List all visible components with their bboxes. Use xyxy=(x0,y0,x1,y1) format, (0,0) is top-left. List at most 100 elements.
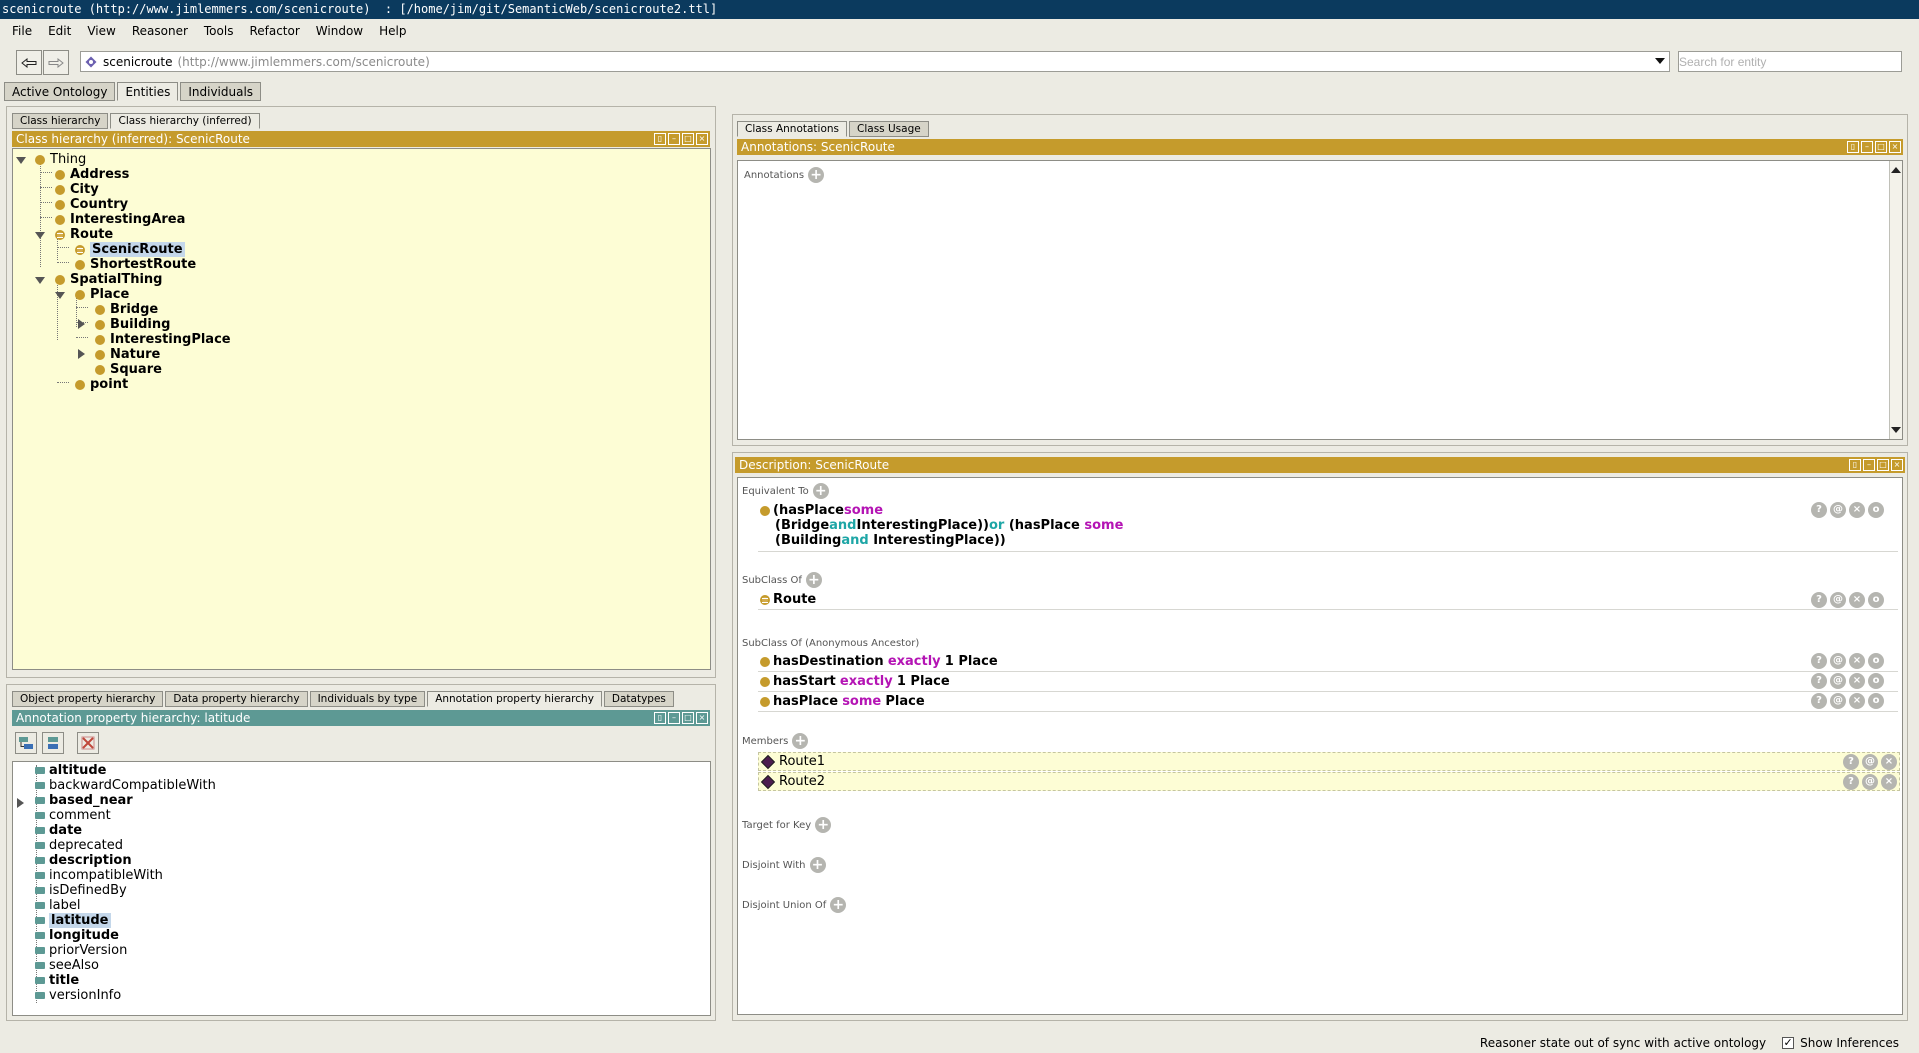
back-button[interactable] xyxy=(16,50,42,75)
add-disjoint-button[interactable]: + xyxy=(809,857,826,873)
maximize-icon[interactable]: □ xyxy=(1875,141,1887,153)
list-item[interactable]: title xyxy=(35,973,79,988)
minimize-icon[interactable]: – xyxy=(668,133,680,145)
vertical-scrollbar[interactable] xyxy=(1889,161,1902,439)
edit-icon[interactable]: o xyxy=(1868,693,1884,709)
tree-node[interactable]: point xyxy=(75,377,128,392)
add-superclass-button[interactable]: + xyxy=(805,572,822,588)
tab-class-hierarchy[interactable]: Class hierarchy xyxy=(12,113,109,129)
scroll-up-icon[interactable] xyxy=(1891,167,1901,173)
explain-icon[interactable]: ? xyxy=(1811,693,1827,709)
subclass-row[interactable]: Route xyxy=(760,590,816,609)
expand-toggle[interactable] xyxy=(78,319,85,329)
list-item[interactable]: backwardCompatibleWith xyxy=(35,778,216,793)
delete-icon[interactable]: × xyxy=(1849,653,1865,669)
menu-help[interactable]: Help xyxy=(371,24,414,38)
list-item[interactable]: incompatibleWith xyxy=(35,868,163,883)
expand-toggle[interactable] xyxy=(35,277,45,284)
list-item[interactable]: seeAlso xyxy=(35,958,99,973)
close-icon[interactable]: × xyxy=(696,133,708,145)
delete-icon[interactable]: × xyxy=(1881,754,1897,770)
tree-node[interactable]: Country xyxy=(55,197,128,212)
annotate-icon[interactable]: @ xyxy=(1830,592,1846,608)
tree-node[interactable]: Address xyxy=(55,167,129,182)
tree-node[interactable]: Square xyxy=(95,362,162,377)
delete-icon[interactable]: × xyxy=(1849,592,1865,608)
tree-node[interactable]: Place xyxy=(75,287,129,302)
tree-node[interactable]: Bridge xyxy=(95,302,158,317)
expand-toggle[interactable] xyxy=(16,157,26,164)
tab-class-hierarchy-inferred[interactable]: Class hierarchy (inferred) xyxy=(110,113,260,129)
annotate-icon[interactable]: @ xyxy=(1830,673,1846,689)
explain-icon[interactable]: ? xyxy=(1811,673,1827,689)
close-icon[interactable]: × xyxy=(696,712,708,724)
menu-reasoner[interactable]: Reasoner xyxy=(124,24,196,38)
delete-icon[interactable]: × xyxy=(1849,502,1865,518)
split-icon[interactable]: ▯ xyxy=(1847,141,1859,153)
ancestor-row[interactable]: hasDestination exactly 1 Place xyxy=(760,652,998,671)
chevron-down-icon[interactable] xyxy=(1655,58,1665,64)
tab-individuals-by-type[interactable]: Individuals by type xyxy=(309,691,426,707)
minimize-icon[interactable]: – xyxy=(1863,459,1875,471)
add-subproperty-button[interactable] xyxy=(15,732,37,754)
add-equivalent-button[interactable]: + xyxy=(812,483,829,499)
menu-edit[interactable]: Edit xyxy=(40,24,79,38)
expand-toggle[interactable] xyxy=(35,232,45,239)
list-item[interactable]: based_near xyxy=(35,793,133,808)
list-item-selected[interactable]: latitude xyxy=(35,913,111,928)
list-item[interactable]: longitude xyxy=(35,928,119,943)
menu-file[interactable]: File xyxy=(4,24,40,38)
expand-toggle[interactable] xyxy=(78,349,85,359)
list-item[interactable]: versionInfo xyxy=(35,988,121,1003)
menu-view[interactable]: View xyxy=(79,24,123,38)
add-sibling-property-button[interactable] xyxy=(42,732,64,754)
explain-icon[interactable]: ? xyxy=(1843,754,1859,770)
ancestor-row[interactable]: hasPlace some Place xyxy=(760,692,925,711)
delete-property-button[interactable] xyxy=(77,732,99,754)
maximize-icon[interactable]: □ xyxy=(682,712,694,724)
edit-icon[interactable]: o xyxy=(1868,592,1884,608)
list-item[interactable]: description xyxy=(35,853,132,868)
member-row[interactable]: Route1 ? @ × xyxy=(758,752,1900,771)
list-item[interactable]: comment xyxy=(35,808,111,823)
annotate-icon[interactable]: @ xyxy=(1830,693,1846,709)
minimize-icon[interactable]: – xyxy=(1861,141,1873,153)
member-row[interactable]: Route2 ? @ × xyxy=(758,772,1900,791)
add-disjoint-union-button[interactable]: + xyxy=(830,897,847,913)
tab-object-property-hierarchy[interactable]: Object property hierarchy xyxy=(12,691,164,707)
list-item[interactable]: deprecated xyxy=(35,838,123,853)
tab-data-property-hierarchy[interactable]: Data property hierarchy xyxy=(165,691,308,707)
scroll-down-icon[interactable] xyxy=(1891,427,1901,433)
tab-entities[interactable]: Entities xyxy=(117,82,179,101)
explain-icon[interactable]: ? xyxy=(1811,653,1827,669)
tree-node[interactable]: ShortestRoute xyxy=(75,257,196,272)
delete-icon[interactable]: × xyxy=(1849,673,1865,689)
tree-node[interactable]: Building xyxy=(95,317,170,332)
list-item[interactable]: isDefinedBy xyxy=(35,883,127,898)
explain-icon[interactable]: ? xyxy=(1811,502,1827,518)
tab-datatypes[interactable]: Datatypes xyxy=(603,691,674,707)
annotate-icon[interactable]: @ xyxy=(1862,774,1878,790)
tree-node[interactable]: City xyxy=(55,182,99,197)
edit-icon[interactable]: o xyxy=(1868,653,1884,669)
split-icon[interactable]: ▯ xyxy=(654,712,666,724)
edit-icon[interactable]: o xyxy=(1868,673,1884,689)
ancestor-row[interactable]: hasStart exactly 1 Place xyxy=(760,672,950,691)
tab-individuals[interactable]: Individuals xyxy=(180,82,262,101)
add-key-button[interactable]: + xyxy=(815,817,832,833)
active-ontology-selector[interactable]: scenicroute (http://www.jimlemmers.com/s… xyxy=(80,51,1670,72)
edit-icon[interactable]: o xyxy=(1868,502,1884,518)
expand-toggle[interactable] xyxy=(17,798,24,808)
menu-refactor[interactable]: Refactor xyxy=(241,24,307,38)
list-item[interactable]: priorVersion xyxy=(35,943,127,958)
tree-node[interactable]: Nature xyxy=(95,347,160,362)
minimize-icon[interactable]: – xyxy=(668,712,680,724)
tree-node[interactable]: InterestingPlace xyxy=(95,332,231,347)
tree-node[interactable]: InterestingArea xyxy=(55,212,185,227)
list-item[interactable]: altitude xyxy=(35,763,107,778)
menu-tools[interactable]: Tools xyxy=(196,24,242,38)
tab-annotation-property-hierarchy[interactable]: Annotation property hierarchy xyxy=(427,691,602,707)
split-icon[interactable]: ▯ xyxy=(654,133,666,145)
tree-node[interactable]: Thing xyxy=(35,152,86,167)
annotate-icon[interactable]: @ xyxy=(1830,653,1846,669)
